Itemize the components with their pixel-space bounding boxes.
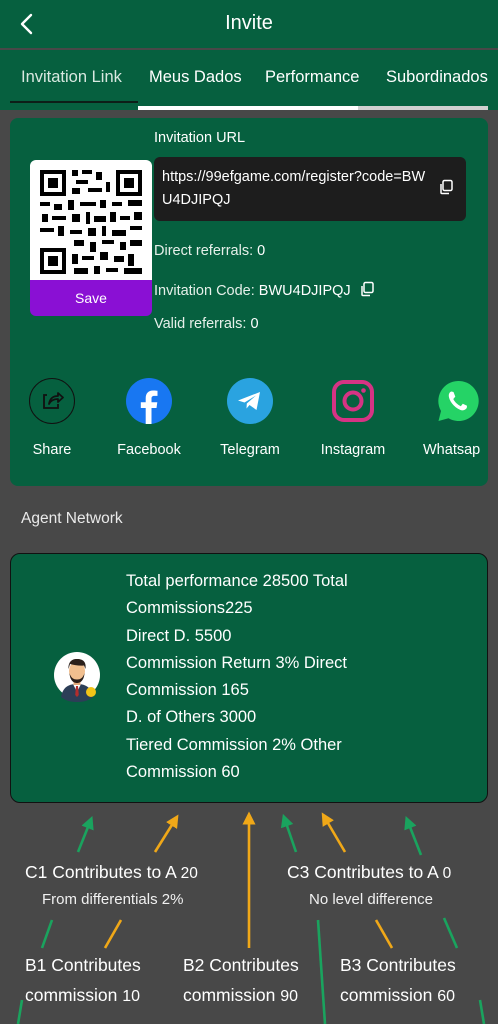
instagram-icon bbox=[330, 378, 376, 424]
tab-invitation-link[interactable]: Invitation Link bbox=[21, 68, 122, 87]
b2-label: commission bbox=[183, 985, 276, 1005]
direct-referrals-value: 0 bbox=[257, 243, 266, 259]
b1-contribution-line1: B1 Contributes bbox=[25, 955, 141, 975]
tab-subordinados[interactable]: Subordinados bbox=[386, 68, 488, 87]
invitation-url-box: https://99efgame.com/register?code=BWU4D… bbox=[154, 157, 466, 221]
tab-meus-dados[interactable]: Meus Dados bbox=[149, 68, 242, 87]
b1-value: 10 bbox=[122, 988, 141, 1005]
top-bar: Invite bbox=[0, 0, 498, 48]
arrow-c3-green bbox=[280, 813, 298, 853]
instagram-share-button[interactable]: Instagram bbox=[313, 378, 393, 458]
whatsapp-icon bbox=[435, 378, 481, 424]
b3-label: commission bbox=[340, 985, 433, 1005]
perf-line: Commission 165 bbox=[126, 681, 249, 700]
invitation-url: https://99efgame.com/register?code=BWU4D… bbox=[162, 169, 426, 208]
arrow-c3-orange bbox=[321, 812, 347, 853]
valid-referrals-label: Valid referrals: bbox=[154, 316, 247, 332]
b2-contribution-line2: commission 90 bbox=[183, 985, 298, 1006]
c3-sub: No level difference bbox=[309, 891, 433, 908]
c3-value: 0 bbox=[442, 865, 452, 882]
perf-line: Commission 60 bbox=[126, 763, 240, 782]
direct-referrals-label: Direct referrals: bbox=[154, 243, 254, 259]
facebook-icon bbox=[126, 378, 172, 424]
line-bottom-left-green bbox=[16, 999, 24, 1024]
page-title: Invite bbox=[225, 12, 273, 34]
c1-value: 20 bbox=[180, 865, 198, 882]
copy-url-icon[interactable] bbox=[438, 179, 454, 195]
qr-code bbox=[30, 160, 152, 284]
agent-network-card: Total performance 28500 Total Commission… bbox=[10, 553, 488, 803]
agent-network-title: Agent Network bbox=[21, 510, 123, 527]
share-icon bbox=[29, 378, 75, 424]
facebook-share-button[interactable]: Facebook bbox=[109, 378, 189, 458]
line-b3-green-right bbox=[442, 917, 459, 949]
telegram-share-button[interactable]: Telegram bbox=[210, 378, 290, 458]
arrow-c1-orange bbox=[153, 814, 179, 853]
line-b1-green bbox=[40, 919, 54, 949]
active-tab-indicator bbox=[10, 101, 138, 103]
facebook-label: Facebook bbox=[117, 442, 181, 458]
c3-contribution: C3 Contributes to A 0 bbox=[287, 862, 451, 883]
c1-contribution: C1 Contributes to A 20 bbox=[25, 862, 198, 883]
c1-label: C1 Contributes to A bbox=[25, 862, 176, 882]
tab-performance[interactable]: Performance bbox=[265, 68, 359, 87]
telegram-label: Telegram bbox=[220, 442, 280, 458]
arrow-c1-green bbox=[76, 815, 94, 853]
b2-value: 90 bbox=[280, 988, 299, 1005]
perf-line: Direct D. 5500 bbox=[126, 626, 232, 645]
performance-summary: Total performance 28500 Total Commission… bbox=[126, 568, 456, 786]
b3-contribution-line2: commission 60 bbox=[340, 985, 455, 1006]
line-b3-orange bbox=[374, 919, 394, 949]
perf-line: Commission Return 3% Direct bbox=[126, 653, 347, 672]
whatsapp-share-button[interactable]: Whatsap bbox=[418, 378, 498, 458]
perf-line: Tiered Commission 2% Other bbox=[126, 735, 342, 754]
perf-line: Total performance 28500 Total bbox=[126, 572, 348, 590]
invitation-code: Invitation Code: BWU4DJIPQJ bbox=[154, 279, 374, 299]
share-button[interactable]: Share bbox=[12, 378, 92, 458]
line-b3-green-mid bbox=[316, 919, 327, 1024]
tab-scroll-indicator bbox=[138, 106, 358, 110]
direct-referrals: Direct referrals: 0 bbox=[154, 243, 265, 259]
tab-scroll-track bbox=[358, 106, 488, 110]
perf-line: Commissions225 bbox=[126, 599, 253, 618]
c1-sub: From differentials 2% bbox=[42, 891, 184, 908]
b3-value: 60 bbox=[437, 988, 456, 1005]
line-b1-orange bbox=[103, 919, 123, 949]
tab-bar: Invitation Link Meus Dados Performance S… bbox=[0, 50, 498, 110]
line-bottom-right-green bbox=[478, 999, 486, 1024]
instagram-label: Instagram bbox=[320, 442, 386, 458]
b1-contribution-line2: commission 10 bbox=[25, 985, 140, 1006]
save-qr-button[interactable]: Save bbox=[30, 280, 152, 316]
invitation-url-label: Invitation URL bbox=[154, 130, 246, 146]
invitation-code-label: Invitation Code: bbox=[154, 283, 255, 299]
valid-referrals-value: 0 bbox=[250, 316, 259, 332]
share-label: Share bbox=[32, 442, 72, 458]
c3-label: C3 Contributes to A bbox=[287, 862, 438, 882]
perf-line: D. of Others 3000 bbox=[126, 708, 257, 727]
valid-referrals: Valid referrals: 0 bbox=[154, 316, 259, 332]
telegram-icon bbox=[227, 378, 273, 424]
invitation-card: Save Invitation URL https://99efgame.com… bbox=[10, 118, 488, 486]
agent-avatar bbox=[54, 652, 100, 702]
b2-contribution-line1: B2 Contributes bbox=[183, 955, 299, 975]
b3-contribution-line1: B3 Contributes bbox=[340, 955, 456, 975]
b1-label: commission bbox=[25, 985, 118, 1005]
arrow-c3-right-green bbox=[404, 815, 423, 856]
invitation-code-value: BWU4DJIPQJ bbox=[258, 283, 351, 299]
copy-code-icon[interactable] bbox=[359, 281, 375, 297]
whatsapp-label: Whatsap bbox=[423, 442, 481, 458]
